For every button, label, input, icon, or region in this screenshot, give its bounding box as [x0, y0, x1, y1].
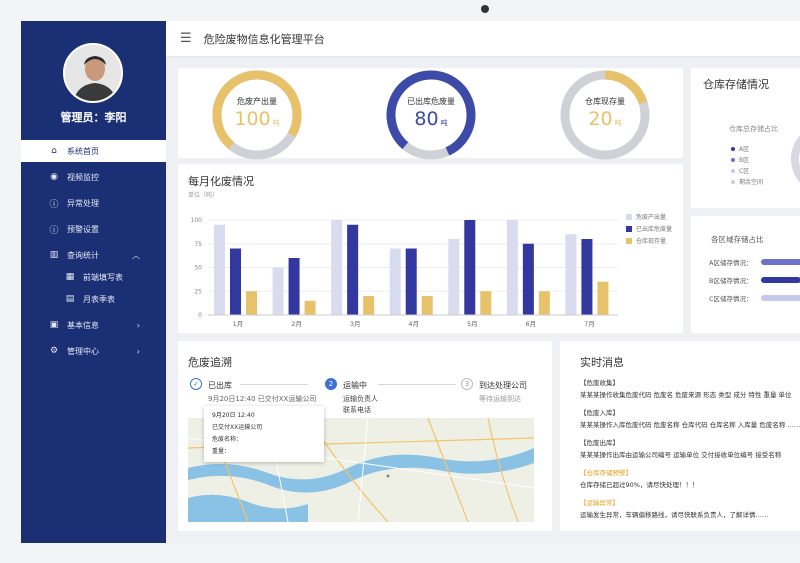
- x-tick-label: 6月: [526, 320, 537, 328]
- x-tick-label: 5月: [467, 320, 478, 328]
- gear-icon: ⚙: [49, 346, 59, 356]
- sidebar: 管理员：李阳 ⌂ 系统首页 ◉ 视频监控 ⓘ 异常处理 ⓘ 预警设置 ▥ 查询统…: [21, 21, 166, 543]
- menu-icon[interactable]: ☰: [180, 31, 192, 46]
- chevron-right-icon: ›: [136, 320, 140, 330]
- bar-危废产出量-3月[interactable]: [331, 220, 343, 315]
- sidebar-item-monthly-table[interactable]: ▤ 月表季表: [21, 288, 166, 310]
- page-title: 危险废物信息化管理平台: [203, 32, 325, 46]
- y-tick-label: 0: [198, 312, 202, 319]
- bar-仓库现存量-3月[interactable]: [363, 296, 375, 315]
- gauge-waste-output: 危废产出量 100 吨: [211, 69, 303, 161]
- y-tick-label: 25: [194, 288, 202, 295]
- table-icon: ▤: [65, 294, 75, 304]
- warehouse-card: 仓库存储情况 仓库总存储占比 A区 B区 C区 剩余空间: [691, 68, 800, 208]
- sidebar-item-frontend-form[interactable]: ▦ 前端填写表: [21, 266, 166, 288]
- form-icon: ▦: [65, 272, 75, 282]
- trace-card: 危废追溯 ✓ 已出库 9月20日12:40 已交付XX运输公司 危 2 运输中 …: [178, 341, 552, 531]
- camera-dot: [481, 5, 489, 13]
- legend-output: 危废产出量: [626, 212, 666, 221]
- y-tick-label: 75: [194, 241, 202, 248]
- bar-仓库现存量-5月[interactable]: [480, 291, 492, 315]
- chevron-up-icon: ︿: [132, 250, 140, 260]
- alert-icon: ⓘ: [49, 199, 59, 210]
- legend-outbound: 已出库危废量: [626, 224, 672, 233]
- screen: 管理员：李阳 ⌂ 系统首页 ◉ 视频监控 ⓘ 异常处理 ⓘ 预警设置 ▥ 查询统…: [21, 21, 800, 543]
- trace-popup: 9月20日 12:40 已交付XX运输公司 危废名称： 重量：: [204, 406, 324, 462]
- bar-已出库危废量-4月[interactable]: [405, 248, 417, 316]
- total-storage-pie: [791, 124, 800, 194]
- bar-已出库危废量-3月[interactable]: [347, 224, 359, 315]
- bar-危废产出量-6月[interactable]: [506, 220, 518, 315]
- bar-已出库危废量-6月[interactable]: [522, 243, 534, 315]
- sidebar-item-basic-info[interactable]: ▣ 基本信息 ›: [21, 314, 166, 336]
- sidebar-item-warning[interactable]: ⓘ 预警设置: [21, 218, 166, 240]
- zone-a-bar: [761, 259, 800, 265]
- bar-危废产出量-1月[interactable]: [214, 224, 225, 315]
- bar-危废产出量-7月[interactable]: [565, 234, 577, 315]
- y-tick-label: 50: [194, 265, 202, 272]
- camera-icon: ◉: [50, 172, 58, 182]
- bar-已出库危废量-7月[interactable]: [581, 239, 593, 315]
- admin-name: 管理员：李阳: [60, 111, 127, 124]
- x-tick-label: 1月: [233, 320, 244, 328]
- sidebar-item-exception[interactable]: ⓘ 异常处理: [21, 192, 166, 214]
- sidebar-item-home[interactable]: ⌂ 系统首页: [21, 140, 166, 162]
- header: ☰ 危险废物信息化管理平台: [166, 21, 800, 57]
- x-tick-label: 7月: [584, 320, 595, 328]
- bar-危废产出量-5月[interactable]: [448, 239, 460, 315]
- monthly-chart-card: 每月化废情况 单位（吨） 0 25 50 75 100 1月 2月 3月 4月 5月 6月 7月 危废…: [178, 164, 683, 333]
- messages-card: 实时消息 【危废收集】 某某某操作收集危废代码 危废名 危废来源 形态 类型 成…: [560, 341, 800, 531]
- step-two-icon: 2: [325, 378, 337, 390]
- bar-仓库现存量-6月[interactable]: [538, 291, 550, 315]
- zone-c-bar: [761, 295, 800, 301]
- info-icon: ▣: [49, 320, 59, 330]
- zone-b-bar: [761, 277, 800, 283]
- x-tick-label: 4月: [408, 320, 419, 328]
- bar-危废产出量-2月[interactable]: [272, 267, 284, 316]
- sidebar-item-video[interactable]: ◉ 视频监控: [21, 166, 166, 188]
- bar-危废产出量-4月[interactable]: [389, 248, 401, 316]
- step-done-icon: ✓: [190, 378, 202, 390]
- sidebar-item-management[interactable]: ⚙ 管理中心 ›: [21, 340, 166, 362]
- bar-仓库现存量-2月[interactable]: [304, 300, 316, 315]
- bar-已出库危废量-1月[interactable]: [230, 248, 241, 316]
- zone-card: 各区域存储占比 A区储存情况： B区储存情况： C区储存情况：: [691, 216, 800, 333]
- sidebar-item-query[interactable]: ▥ 查询统计 ︿: [21, 244, 166, 266]
- alert-icon: ⓘ: [49, 225, 59, 236]
- monthly-bar-chart: 0 25 50 75 100 1月 2月 3月 4月 5月 6月 7月: [191, 217, 618, 328]
- gauge-stock: 仓库现存量 20 吨: [559, 69, 651, 161]
- avatar: [63, 43, 123, 103]
- step-three-icon: 3: [461, 378, 473, 390]
- chart-icon: ▥: [49, 250, 59, 260]
- chevron-right-icon: ›: [136, 346, 140, 356]
- bar-已出库危废量-5月[interactable]: [464, 220, 476, 315]
- home-icon: ⌂: [51, 146, 57, 156]
- bar-仓库现存量-4月[interactable]: [421, 296, 433, 315]
- y-tick-label: 100: [191, 217, 203, 224]
- bar-仓库现存量-1月[interactable]: [246, 291, 257, 315]
- legend-stock: 仓库现存量: [626, 236, 666, 245]
- bar-已出库危废量-2月[interactable]: [288, 258, 300, 315]
- x-tick-label: 2月: [291, 320, 302, 328]
- x-tick-label: 3月: [350, 320, 361, 328]
- bar-仓库现存量-7月[interactable]: [597, 281, 609, 315]
- gauge-outbound: 已出库危废量 80 吨: [385, 69, 477, 161]
